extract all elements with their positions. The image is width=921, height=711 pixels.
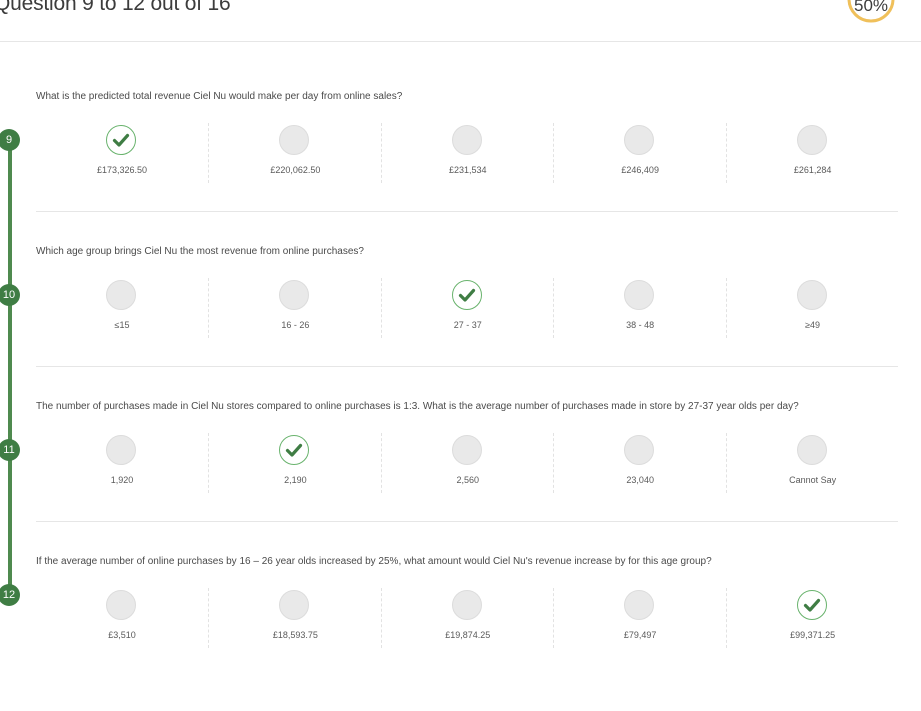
- answer-label: 2,560: [456, 475, 480, 485]
- radio-selected[interactable]: [451, 280, 482, 310]
- radio-unselected[interactable]: [451, 125, 482, 155]
- question-text: The number of purchases made in Ciel Nu …: [36, 401, 799, 412]
- question-number-badge: 11: [0, 439, 20, 461]
- answer-label: £246,409: [621, 165, 659, 175]
- question-number-badge: 9: [0, 129, 20, 151]
- answer-options: £173,326.50 £220,062.50 £231,534 £246,409 £2…: [36, 123, 898, 183]
- answer-label: 38 - 48: [626, 320, 655, 330]
- question-number-badge: 12: [0, 584, 20, 606]
- answer-options: 1,920 2,190 2,560 23,040 Cannot Say: [36, 433, 898, 493]
- answer-label: £261,284: [793, 165, 832, 175]
- radio-unselected[interactable]: [279, 590, 310, 620]
- radio-unselected[interactable]: [451, 435, 482, 465]
- answer-label: £173,326.50: [96, 165, 148, 175]
- radio-selected[interactable]: [796, 590, 827, 620]
- question-10: Which age group brings Ciel Nu the most …: [36, 246, 898, 401]
- timeline-line: [8, 140, 12, 600]
- answer-label: Cannot Say: [789, 475, 837, 485]
- answer-option[interactable]: 1,920: [36, 433, 208, 493]
- answer-option[interactable]: £231,534: [380, 123, 554, 183]
- answer-option[interactable]: 23,040: [553, 433, 726, 493]
- radio-unselected[interactable]: [106, 435, 136, 465]
- answer-option[interactable]: ≤15: [36, 278, 208, 338]
- answer-option[interactable]: £18,593.75: [208, 588, 381, 648]
- question-divider: [36, 211, 898, 212]
- answer-option[interactable]: 2,560: [380, 433, 554, 493]
- answer-option[interactable]: £220,062.50: [208, 123, 381, 183]
- question-number-badge: 10: [0, 284, 20, 306]
- radio-unselected[interactable]: [624, 590, 655, 620]
- answer-option[interactable]: £261,284: [725, 123, 899, 183]
- checkmark-icon: [286, 443, 303, 457]
- radio-unselected[interactable]: [624, 435, 655, 465]
- radio-unselected[interactable]: [624, 280, 655, 310]
- page-title: Question 9 to 12 out of 16: [0, 0, 231, 15]
- radio-unselected[interactable]: [796, 435, 827, 465]
- answer-label: ≤15: [114, 320, 130, 330]
- radio-unselected[interactable]: [451, 590, 482, 620]
- answer-label: 1,920: [110, 475, 134, 485]
- answer-option[interactable]: 2,190: [208, 433, 381, 493]
- answer-label: £3,510: [108, 630, 136, 640]
- question-divider: [36, 521, 898, 522]
- radio-unselected[interactable]: [796, 280, 827, 310]
- progress-ring: 50%: [846, 0, 896, 24]
- radio-selected[interactable]: [106, 125, 136, 155]
- answer-label: £79,497: [623, 630, 657, 640]
- answer-label: £220,062.50: [270, 165, 321, 175]
- question-text: What is the predicted total revenue Ciel…: [36, 91, 403, 102]
- question-divider: [36, 366, 898, 367]
- answer-option[interactable]: ≥49: [725, 278, 899, 338]
- checkmark-icon: [112, 133, 130, 147]
- question-text: Which age group brings Ciel Nu the most …: [36, 246, 364, 257]
- answer-options: £3,510 £18,593.75 £19,874.25 £79,497 £99,371…: [36, 588, 898, 648]
- answer-option[interactable]: £3,510: [36, 588, 208, 648]
- answer-label: 16 - 26: [281, 320, 310, 330]
- answer-label: 2,190: [284, 475, 307, 485]
- checkmark-icon: [803, 598, 820, 612]
- answer-label: ≥49: [805, 320, 821, 330]
- progress-percent: 50%: [853, 0, 889, 15]
- answer-options: ≤15 16 - 26 27 - 37 38 - 48 ≥49: [36, 278, 898, 338]
- radio-unselected[interactable]: [106, 590, 136, 620]
- answer-label: £19,874.25: [445, 630, 491, 640]
- radio-unselected[interactable]: [624, 125, 655, 155]
- answer-label: £18,593.75: [272, 630, 318, 640]
- header-divider: [0, 41, 921, 42]
- answer-option[interactable]: £19,874.25: [380, 588, 554, 648]
- answer-option[interactable]: £99,371.25: [725, 588, 899, 648]
- answer-option[interactable]: £79,497: [553, 588, 726, 648]
- question-9: What is the predicted total revenue Ciel…: [36, 91, 898, 246]
- radio-unselected[interactable]: [106, 280, 136, 310]
- radio-unselected[interactable]: [279, 125, 310, 155]
- checkmark-icon: [458, 288, 475, 302]
- answer-label: 27 - 37: [453, 320, 482, 330]
- radio-selected[interactable]: [279, 435, 310, 465]
- answer-label: 23,040: [626, 475, 654, 485]
- answer-option[interactable]: £173,326.50: [36, 123, 208, 183]
- question-11: The number of purchases made in Ciel Nu …: [36, 401, 898, 556]
- answer-option[interactable]: 27 - 37: [380, 278, 554, 338]
- question-12: If the average number of online purchase…: [36, 556, 898, 711]
- answer-label: £231,534: [449, 165, 487, 175]
- question-text: If the average number of online purchase…: [36, 556, 712, 567]
- answer-option[interactable]: 38 - 48: [553, 278, 726, 338]
- answer-option[interactable]: Cannot Say: [725, 433, 899, 493]
- answer-option[interactable]: £246,409: [553, 123, 726, 183]
- radio-unselected[interactable]: [796, 125, 827, 155]
- answer-label: £99,371.25: [790, 630, 836, 640]
- answer-option[interactable]: 16 - 26: [208, 278, 381, 338]
- radio-unselected[interactable]: [279, 280, 310, 310]
